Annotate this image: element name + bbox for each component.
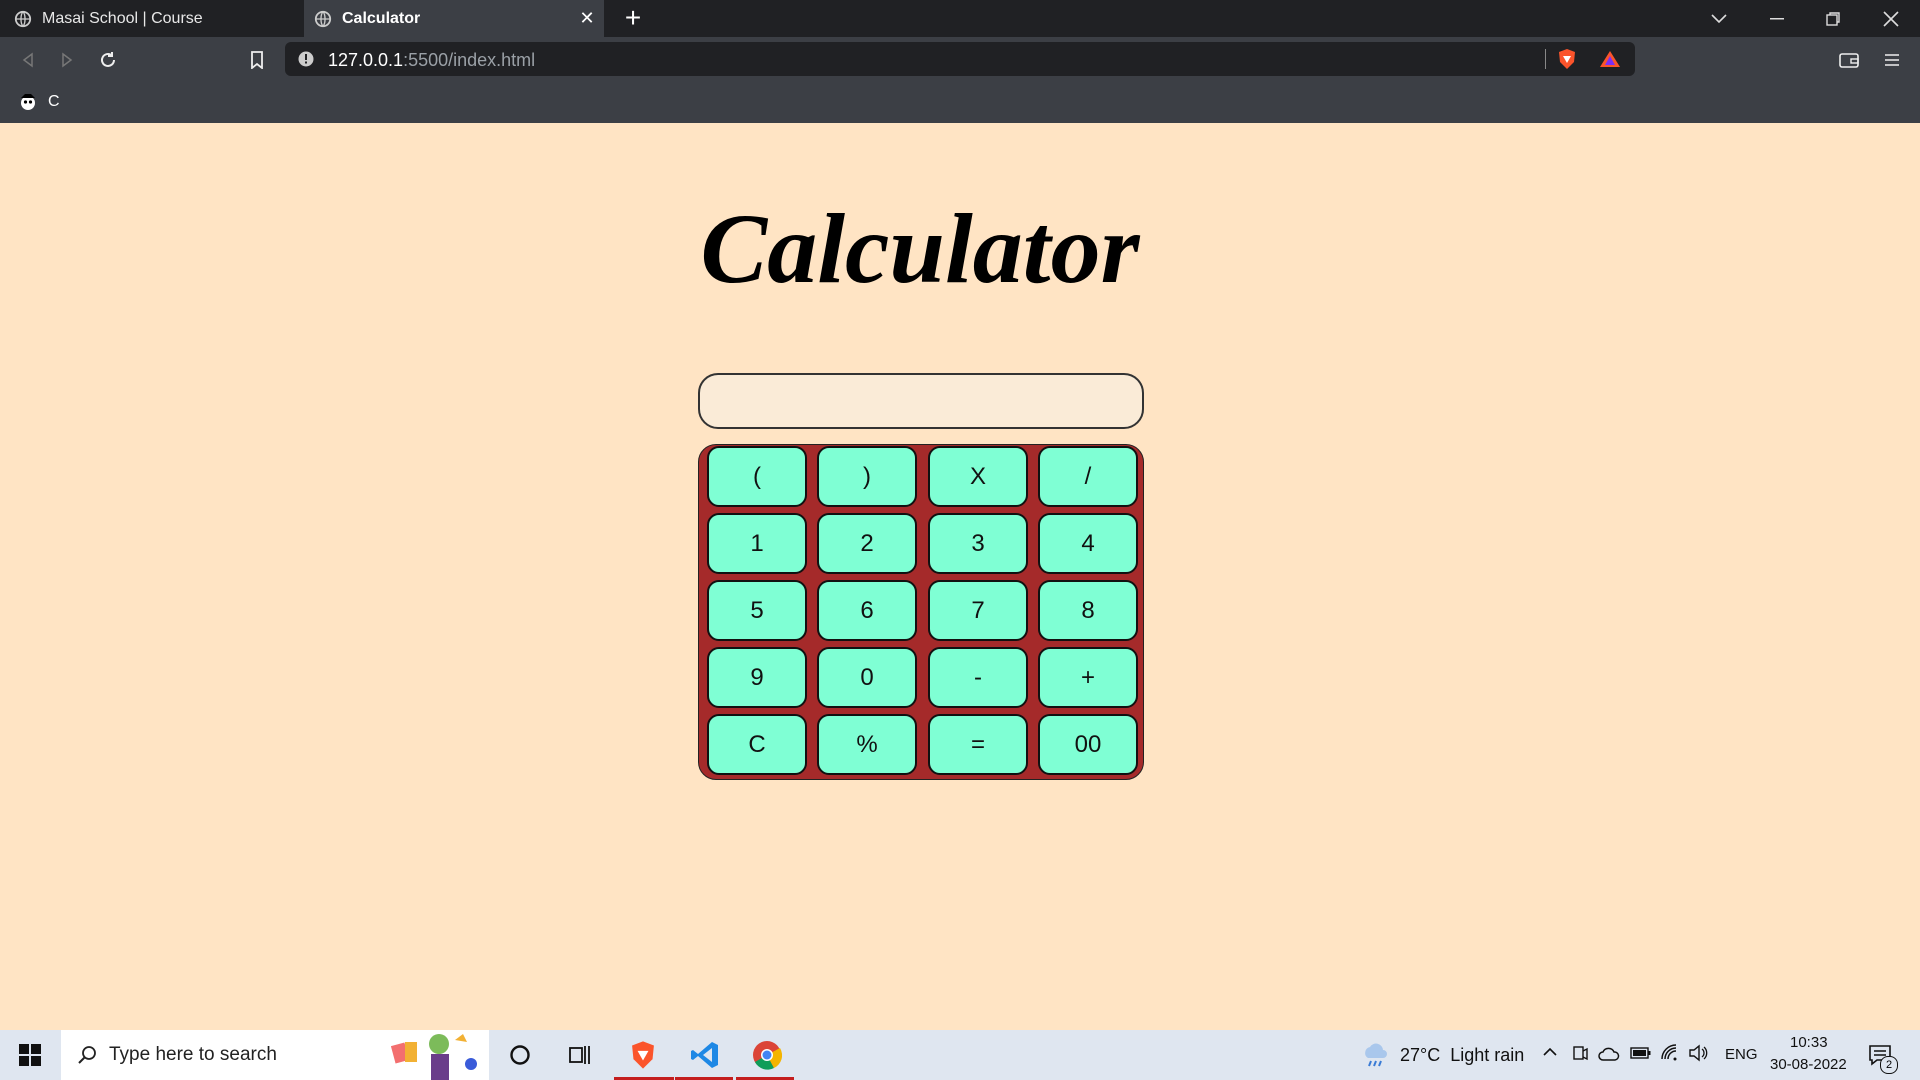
info-icon[interactable]: [298, 51, 314, 67]
brave-rewards-icon[interactable]: [1599, 50, 1621, 68]
tab-calculator[interactable]: Calculator ✕: [304, 0, 604, 37]
brave-shields-icon[interactable]: [1557, 48, 1577, 70]
key-multiply[interactable]: X: [928, 446, 1028, 507]
chrome-icon[interactable]: [750, 1038, 784, 1072]
minimize-icon[interactable]: [1752, 0, 1802, 37]
taskbar-search-box[interactable]: Type here to search: [61, 1030, 489, 1080]
key-add[interactable]: +: [1038, 647, 1138, 708]
search-placeholder: Type here to search: [109, 1044, 277, 1065]
cortana-icon[interactable]: [503, 1038, 537, 1072]
tab-masai-school[interactable]: Masai School | Course: [14, 0, 294, 37]
tab-strip: Masai School | Course Calculator ✕ +: [0, 0, 1920, 37]
notification-count-badge: 2: [1880, 1056, 1898, 1074]
forward-icon[interactable]: [55, 48, 79, 72]
brave-browser-icon[interactable]: [626, 1038, 660, 1072]
key-divide[interactable]: /: [1038, 446, 1138, 507]
menu-icon[interactable]: [1880, 48, 1904, 72]
tab-search-chevron-icon[interactable]: [1694, 0, 1744, 37]
volume-icon[interactable]: [1688, 1044, 1708, 1062]
clock-date[interactable]: 30-08-2022: [1770, 1056, 1847, 1073]
reload-icon[interactable]: [96, 48, 120, 72]
onedrive-icon[interactable]: [1598, 1046, 1620, 1062]
restore-icon[interactable]: [1808, 0, 1858, 37]
key-9[interactable]: 9: [707, 647, 807, 708]
divider: [1545, 49, 1546, 69]
page-content: Calculator () X/ 1 2 3 4 5 6 7 8 9 0- + C% = 00: [0, 123, 1920, 1030]
key-7[interactable]: 7: [928, 580, 1028, 641]
language-indicator[interactable]: ENG: [1725, 1046, 1758, 1063]
wifi-icon[interactable]: [1660, 1043, 1680, 1063]
close-tab-icon[interactable]: ✕: [578, 9, 596, 27]
bookmark-favicon-icon: [21, 94, 35, 110]
key-clear[interactable]: C: [707, 714, 807, 775]
globe-icon: [314, 10, 332, 27]
url-text[interactable]: 127.0.0.1:5500/index.html: [328, 50, 535, 71]
page-title: Calculator: [700, 193, 1140, 304]
bookmark-icon[interactable]: [245, 48, 269, 72]
battery-icon[interactable]: [1630, 1046, 1652, 1060]
bookmarks-bar: C: [0, 83, 1920, 123]
windows-start-icon[interactable]: [10, 1040, 50, 1070]
calculator-display[interactable]: [698, 373, 1144, 429]
key-equals[interactable]: =: [928, 714, 1028, 775]
key-5[interactable]: 5: [707, 580, 807, 641]
key-double-zero[interactable]: 00: [1038, 714, 1138, 775]
vscode-icon[interactable]: [688, 1038, 722, 1072]
key-6[interactable]: 6: [817, 580, 917, 641]
key-1[interactable]: 1: [707, 513, 807, 574]
key-0[interactable]: 0: [817, 647, 917, 708]
key-close-paren[interactable]: ): [817, 446, 917, 507]
weather-rain-icon[interactable]: [1360, 1042, 1390, 1070]
new-tab-button[interactable]: +: [620, 4, 646, 32]
browser-toolbar: 127.0.0.1:5500/index.html: [0, 37, 1920, 83]
task-view-icon[interactable]: [563, 1038, 597, 1072]
key-subtract[interactable]: -: [928, 647, 1028, 708]
key-8[interactable]: 8: [1038, 580, 1138, 641]
key-2[interactable]: 2: [817, 513, 917, 574]
key-3[interactable]: 3: [928, 513, 1028, 574]
close-window-icon[interactable]: [1866, 0, 1916, 37]
weather-text[interactable]: 27°C Light rain: [1400, 1045, 1524, 1066]
taskbar: Type here to search 27°C Light rain ENG …: [0, 1030, 1920, 1080]
tab-label: Masai School | Course: [42, 9, 203, 27]
chevron-up-icon[interactable]: [1543, 1047, 1557, 1057]
url-host: 127.0.0.1: [328, 50, 404, 70]
globe-icon: [14, 10, 32, 27]
url-path: :5500/index.html: [403, 50, 536, 70]
key-open-paren[interactable]: (: [707, 446, 807, 507]
meet-now-icon[interactable]: [1572, 1044, 1588, 1064]
bookmark-item[interactable]: C: [18, 92, 60, 112]
wallet-icon[interactable]: [1837, 48, 1861, 72]
bookmark-label: C: [48, 93, 60, 110]
search-icon: [78, 1046, 96, 1064]
key-4[interactable]: 4: [1038, 513, 1138, 574]
back-icon[interactable]: [16, 48, 40, 72]
key-percent[interactable]: %: [817, 714, 917, 775]
tab-label: Calculator: [342, 9, 421, 27]
search-highlight-illustration-icon: [391, 1034, 477, 1080]
keypad: () X/ 1 2 3 4 5 6 7 8 9 0- + C% = 00: [698, 444, 1144, 780]
address-bar[interactable]: 127.0.0.1:5500/index.html: [285, 42, 1635, 76]
clock-time[interactable]: 10:33: [1790, 1034, 1828, 1051]
